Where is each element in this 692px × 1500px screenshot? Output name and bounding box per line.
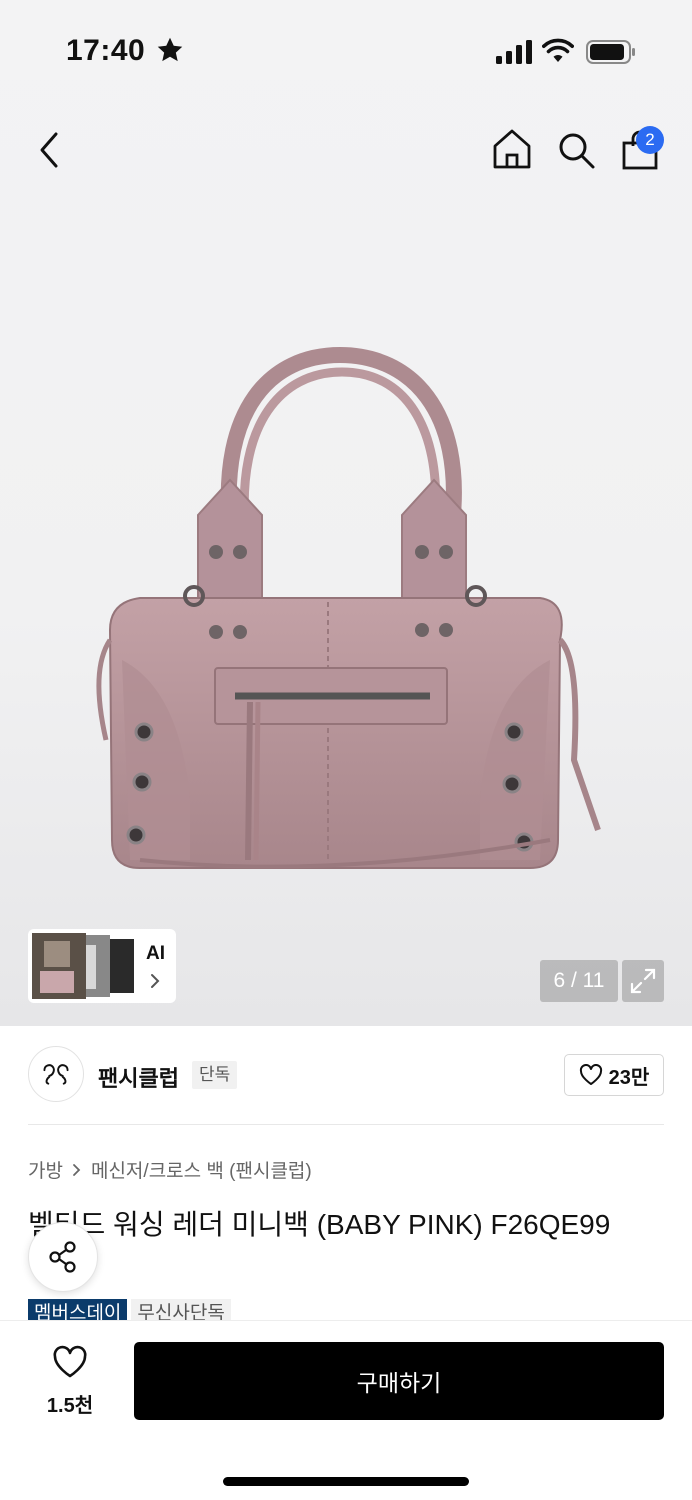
product-title: 벨티드 워싱 레더 미니백 (BABY PINK) F26QE99 — [28, 1209, 611, 1240]
divider — [28, 1124, 664, 1125]
brand-logo-icon — [43, 1064, 69, 1085]
breadcrumb: 가방 메신저/크로스 백 (팬시클럽) — [28, 1156, 312, 1183]
chevron-right-icon — [73, 1163, 81, 1176]
brand-like-button[interactable]: 23만 — [564, 1054, 664, 1096]
ai-thumbnail-image — [32, 933, 134, 999]
expand-icon[interactable] — [622, 960, 664, 1002]
signal-icon — [496, 40, 532, 64]
product-badges: 멤버스데이 무신사단독 — [28, 1299, 231, 1321]
product-image — [96, 346, 601, 869]
battery-icon — [586, 40, 635, 64]
image-page-counter: 6 / 11 — [540, 960, 618, 1002]
share-button[interactable] — [28, 1222, 98, 1292]
back-icon[interactable] — [32, 128, 68, 172]
share-icon — [49, 1241, 76, 1273]
search-icon[interactable] — [556, 130, 596, 170]
heart-icon — [579, 1064, 602, 1085]
wishlist-count: 1.5천 — [46, 1395, 94, 1417]
brand-logo[interactable] — [28, 1046, 84, 1102]
ai-similar-card[interactable]: AI — [28, 929, 176, 1003]
status-time: 17:40 — [66, 34, 146, 67]
star-icon — [157, 37, 183, 62]
chevron-right-icon — [151, 974, 160, 988]
brand-exclusive-tag: 단독 — [192, 1061, 238, 1089]
heart-icon — [53, 1345, 87, 1378]
members-day-badge: 멤버스데이 — [28, 1299, 128, 1321]
bottom-action-bar: 1.5천 구매하기 — [0, 1320, 692, 1500]
exclusive-badge: 무신사단독 — [131, 1299, 231, 1321]
wifi-icon — [542, 38, 574, 62]
product-gallery[interactable]: 17:40 2 AI 6 / 11 — [0, 0, 692, 1026]
brand-name[interactable]: 팬시클럽 — [98, 1061, 179, 1093]
brand-like-count: 23만 — [608, 1066, 650, 1089]
home-icon[interactable] — [492, 128, 532, 170]
buy-button[interactable]: 구매하기 — [134, 1342, 664, 1420]
home-indicator — [223, 1477, 469, 1486]
ai-label: AI — [146, 943, 165, 964]
status-bar: 17:40 — [0, 0, 692, 100]
cart-count-badge: 2 — [636, 126, 664, 154]
wishlist-button[interactable]: 1.5천 — [40, 1345, 100, 1417]
breadcrumb-item-bags[interactable]: 가방 — [28, 1156, 63, 1183]
breadcrumb-item-category[interactable]: 메신저/크로스 백 (팬시클럽) — [91, 1156, 312, 1183]
